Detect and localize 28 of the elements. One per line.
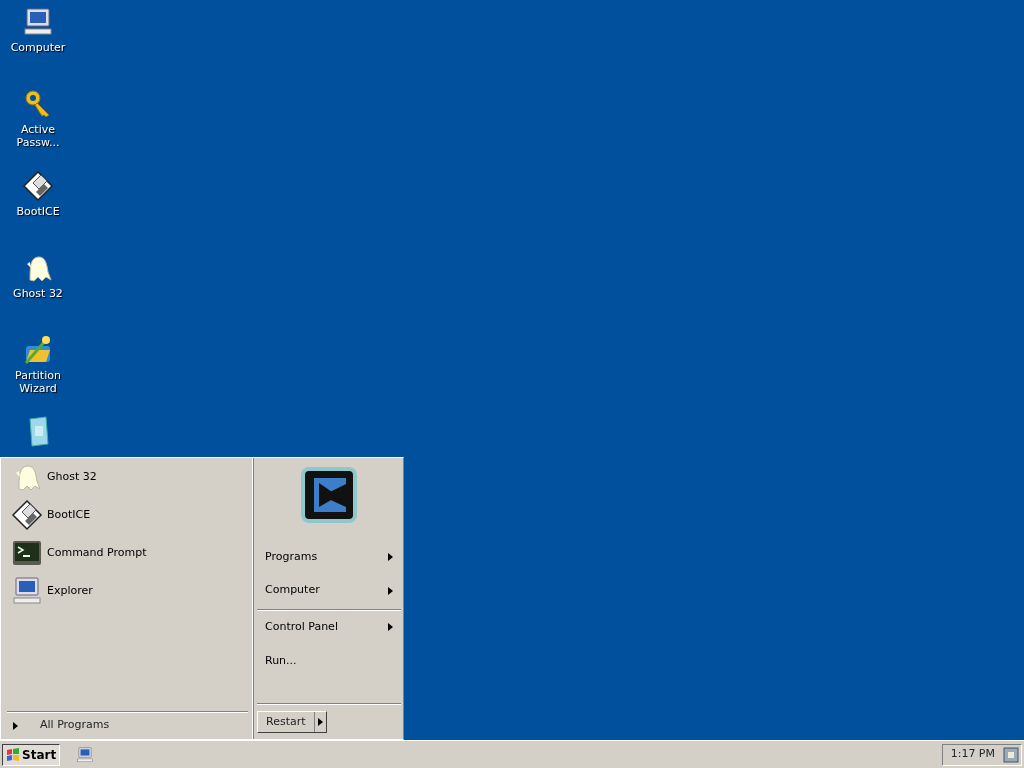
computer-icon[interactable] [22,6,54,38]
computer-icon [11,575,43,607]
menu-item[interactable]: BootICE [1,496,252,534]
icon-label[interactable]: Partition Wizard [2,369,74,395]
menu-item[interactable]: Ghost 32 [1,458,252,496]
icon-label[interactable]: Computer [2,41,74,54]
menu-item[interactable]: Run... [257,644,401,678]
windows-logo-icon [6,747,20,762]
restart-button[interactable]: Restart [257,710,327,733]
logo-icon [300,466,358,524]
icon-label[interactable]: Active Passw... [2,123,74,149]
menu-item[interactable]: Explorer [1,572,252,610]
submenu-arrow-icon [388,586,393,595]
start-button[interactable]: Start [2,743,61,766]
all-programs-item[interactable]: All Programs [7,711,248,739]
tray-icon[interactable] [1003,746,1019,763]
menu-item[interactable]: Command Prompt [1,534,252,572]
arrow-icon [317,717,323,726]
menu-item[interactable]: Computer [257,574,401,610]
computer-icon[interactable] [76,745,95,764]
submenu-arrow-icon [388,623,393,631]
menu-item[interactable]: Programs [257,540,401,574]
arrow-icon [13,721,18,730]
icon-label[interactable]: Ghost 32 [2,287,74,300]
submenu-arrow-icon [388,553,393,561]
icon-label[interactable]: BootICE [2,205,74,218]
clock: 1:17 PM [950,746,995,763]
menu-item[interactable]: Control Panel [257,610,401,644]
